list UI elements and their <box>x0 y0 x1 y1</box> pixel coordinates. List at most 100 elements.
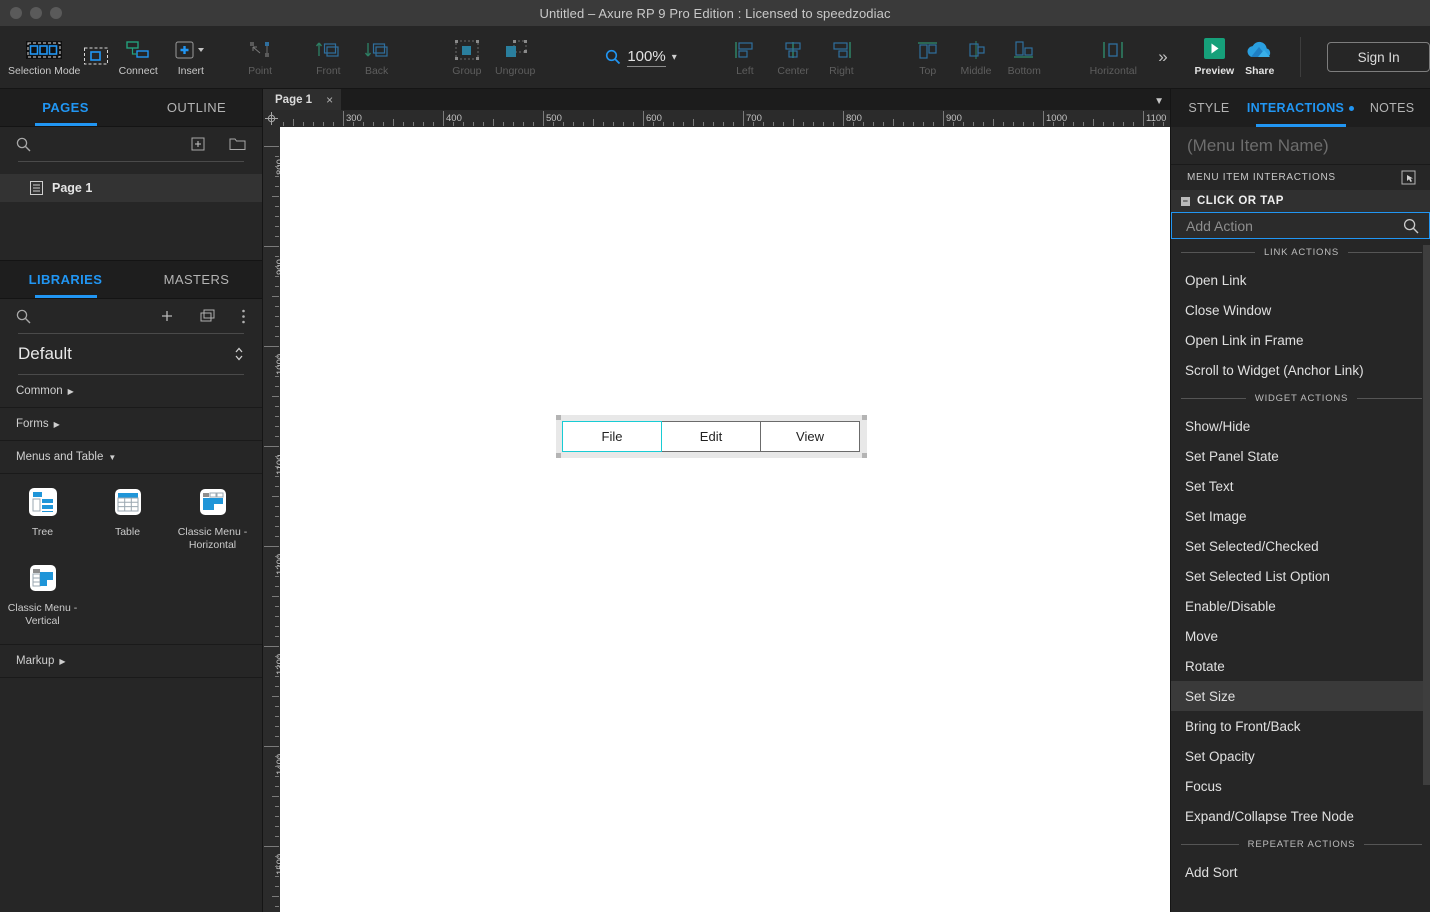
collapse-icon[interactable]: − <box>1181 196 1190 206</box>
vertical-ruler[interactable]: 800 900 1000 1100 1200 1300 1400 1500 <box>263 127 280 912</box>
toolbar-share[interactable]: Share <box>1237 28 1282 86</box>
chevron-down-icon[interactable]: ▾ <box>672 52 677 63</box>
ruler-minor-tick <box>275 336 279 337</box>
toolbar-send-back[interactable]: Back <box>352 28 400 86</box>
tab-overflow-chevron-icon[interactable]: ▼ <box>1154 96 1164 107</box>
tab-notes[interactable]: NOTES <box>1354 89 1430 127</box>
library-category-markup[interactable]: Markup ▶ <box>0 645 262 678</box>
preview-icon <box>1200 37 1228 62</box>
close-tab-icon[interactable]: × <box>326 93 333 107</box>
toolbar-ungroup[interactable]: Ungroup <box>491 28 539 86</box>
search-icon[interactable] <box>16 137 31 152</box>
toolbar-preview[interactable]: Preview <box>1192 28 1237 86</box>
toolbar-connect[interactable]: Connect <box>113 28 164 86</box>
library-category-forms[interactable]: Forms ▶ <box>0 408 262 441</box>
ruler-minor-tick <box>483 122 484 126</box>
resize-handle-tr[interactable] <box>862 415 867 420</box>
action-item-add-sort[interactable]: Add Sort <box>1171 857 1430 887</box>
toolbar-marquee-mode[interactable] <box>80 28 112 86</box>
toolbar-distribute-horizontal[interactable]: Horizontal <box>1080 28 1146 86</box>
widget-table[interactable]: Table <box>85 484 170 552</box>
add-page-icon[interactable] <box>191 137 205 151</box>
toolbar-point[interactable]: Point <box>236 28 284 86</box>
classic-menu-widget[interactable]: File Edit View <box>556 415 867 458</box>
action-item-focus[interactable]: Focus <box>1171 771 1430 801</box>
duplicate-library-icon[interactable] <box>200 309 215 323</box>
resize-handle-br[interactable] <box>862 453 867 458</box>
search-icon[interactable] <box>16 309 31 324</box>
action-item-expand-collapse-tree-node[interactable]: Expand/Collapse Tree Node <box>1171 801 1430 831</box>
tab-masters[interactable]: MASTERS <box>131 261 262 298</box>
toolbar-bring-front[interactable]: Front <box>304 28 352 86</box>
widget-name-input[interactable]: (Menu Item Name) <box>1171 127 1430 165</box>
tab-libraries[interactable]: LIBRARIES <box>0 261 131 298</box>
resize-handle-tl[interactable] <box>556 415 561 420</box>
page-tab-page-1[interactable]: Page 1 × <box>263 89 342 110</box>
toolbar-align-bottom[interactable]: Bottom <box>1000 28 1048 86</box>
search-icon[interactable] <box>1403 218 1419 234</box>
menu-item-file[interactable]: File <box>562 421 662 452</box>
design-canvas[interactable]: File Edit View <box>280 127 1170 912</box>
align-left-icon <box>732 38 758 62</box>
widget-tree[interactable]: Tree <box>0 484 85 552</box>
toolbar-group[interactable]: Group <box>443 28 491 86</box>
action-item-show-hide[interactable]: Show/Hide <box>1171 411 1430 441</box>
add-action-search-input[interactable]: Add Action <box>1171 212 1430 239</box>
action-item-set-opacity[interactable]: Set Opacity <box>1171 741 1430 771</box>
action-item-set-image[interactable]: Set Image <box>1171 501 1430 531</box>
action-item-set-size[interactable]: Set Size <box>1171 681 1430 711</box>
library-options-icon[interactable] <box>241 309 246 324</box>
action-list[interactable]: LINK ACTIONS Open Link Close Window Open Li… <box>1171 239 1430 912</box>
tab-style[interactable]: STYLE <box>1171 89 1247 127</box>
sign-in-button[interactable]: Sign In <box>1327 42 1430 72</box>
connect-icon <box>125 38 151 62</box>
horizontal-ruler[interactable]: 300 400 500 600 700 800 900 1000 1100 <box>280 110 1170 127</box>
action-item-set-panel-state[interactable]: Set Panel State <box>1171 441 1430 471</box>
zoom-control[interactable]: 100% ▾ <box>591 48 690 67</box>
ruler-minor-tick <box>953 122 954 126</box>
ruler-minor-tick <box>1033 122 1034 126</box>
toolbar-overflow-button[interactable]: » <box>1146 47 1177 67</box>
widget-classic-menu-horizontal[interactable]: Classic Menu - Horizontal <box>170 484 255 552</box>
action-item-set-text[interactable]: Set Text <box>1171 471 1430 501</box>
ruler-origin-button[interactable] <box>263 110 280 127</box>
toolbar-align-middle[interactable]: Middle <box>952 28 1000 86</box>
action-item-open-link[interactable]: Open Link <box>1171 265 1430 295</box>
ruler-minor-tick <box>275 236 279 237</box>
page-tree-item-page-1[interactable]: Page 1 <box>0 174 262 202</box>
action-item-rotate[interactable]: Rotate <box>1171 651 1430 681</box>
library-category-common[interactable]: Common ▶ <box>0 375 262 408</box>
event-click-or-tap[interactable]: − CLICK OR TAP <box>1171 190 1430 212</box>
action-item-close-window[interactable]: Close Window <box>1171 295 1430 325</box>
ruler-minor-tick <box>275 716 279 717</box>
tab-interactions[interactable]: INTERACTIONS <box>1247 89 1355 127</box>
tab-outline[interactable]: OUTLINE <box>131 89 262 126</box>
widget-classic-menu-vertical[interactable]: Classic Menu - Vertical <box>0 560 85 628</box>
action-item-open-link-in-frame[interactable]: Open Link in Frame <box>1171 325 1430 355</box>
toolbar-align-right[interactable]: Right <box>817 28 865 86</box>
toolbar-align-top[interactable]: Top <box>904 28 952 86</box>
add-library-icon[interactable] <box>160 309 174 323</box>
updown-chevron-icon[interactable] <box>234 346 244 362</box>
action-item-enable-disable[interactable]: Enable/Disable <box>1171 591 1430 621</box>
toolbar-align-center[interactable]: Center <box>769 28 817 86</box>
action-list-scrollbar[interactable] <box>1423 245 1430 785</box>
ruler-minor-tick <box>275 816 279 817</box>
menu-item-edit[interactable]: Edit <box>661 421 761 452</box>
action-item-move[interactable]: Move <box>1171 621 1430 651</box>
library-selector[interactable]: Default <box>0 334 262 374</box>
menu-item-view[interactable]: View <box>760 421 860 452</box>
resize-handle-bl[interactable] <box>556 453 561 458</box>
library-category-menus-and-table[interactable]: Menus and Table ▼ <box>0 441 262 474</box>
toolbar-insert[interactable]: Insert <box>164 28 218 86</box>
add-folder-icon[interactable] <box>229 137 246 151</box>
pages-search-divider <box>18 161 244 162</box>
action-item-set-selected-checked[interactable]: Set Selected/Checked <box>1171 531 1430 561</box>
action-item-bring-to-front-back[interactable]: Bring to Front/Back <box>1171 711 1430 741</box>
interaction-target-picker-icon[interactable] <box>1401 170 1416 185</box>
toolbar-selection-mode[interactable]: Selection Mode <box>8 28 80 86</box>
action-item-scroll-to-widget-anchor-link[interactable]: Scroll to Widget (Anchor Link) <box>1171 355 1430 385</box>
action-item-set-selected-list-option[interactable]: Set Selected List Option <box>1171 561 1430 591</box>
tab-pages[interactable]: PAGES <box>0 89 131 126</box>
toolbar-align-left[interactable]: Left <box>721 28 769 86</box>
